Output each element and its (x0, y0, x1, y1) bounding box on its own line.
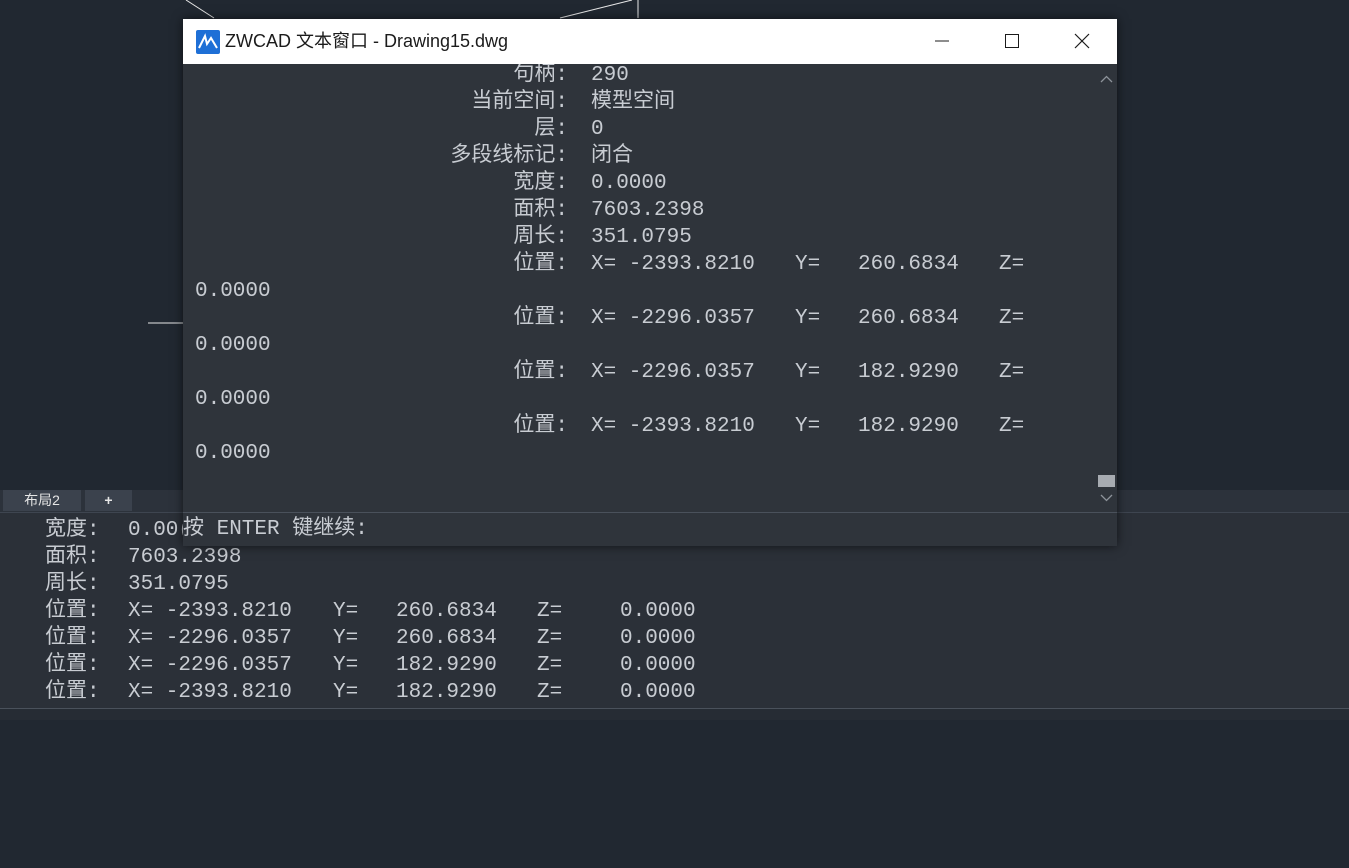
property-perimeter: 周长: 351.0795 (513, 226, 692, 249)
chevron-up-icon[interactable] (1099, 72, 1114, 87)
vertex-position: 位置: X= -2296.0357 Y= 260.6834 Z= (513, 307, 1025, 330)
minimize-button[interactable] (907, 19, 977, 64)
chevron-down-icon[interactable] (1099, 490, 1114, 505)
history-line-position: 位置: X= -2296.0357 Y= 182.9290 Z= 0.0000 (45, 654, 696, 677)
vertical-scrollbar[interactable] (1096, 64, 1117, 512)
maximize-icon (1005, 34, 1019, 48)
property-area: 面积: 7603.2398 (513, 199, 705, 222)
vertex-z-value: 0.0000 (195, 442, 271, 465)
history-line-position: 位置: X= -2393.8210 Y= 260.6834 Z= 0.0000 (45, 600, 696, 623)
text-window: ZWCAD 文本窗口 - Drawing15.dwg 句柄: 290 当前空间: (183, 19, 1117, 546)
history-line-position: 位置: X= -2296.0357 Y= 260.6834 Z= 0.0000 (45, 627, 696, 650)
vertex-position: 位置: X= -2393.8210 Y= 260.6834 Z= (513, 253, 1025, 276)
scrollbar-thumb[interactable] (1098, 475, 1115, 487)
property-layer: 层: 0 (534, 118, 604, 141)
history-line-position: 位置: X= -2393.8210 Y= 182.9290 Z= 0.0000 (45, 681, 696, 704)
history-line-perimeter: 周长: 351.0795 (45, 573, 229, 596)
maximize-button[interactable] (977, 19, 1047, 64)
vertex-z-value: 0.0000 (195, 280, 271, 303)
title-bar[interactable]: ZWCAD 文本窗口 - Drawing15.dwg (183, 19, 1117, 64)
prompt-text: 按 ENTER 键继续: (183, 518, 368, 541)
tab-layout2[interactable]: 布局2 (3, 490, 81, 511)
vertex-z-value: 0.0000 (195, 334, 271, 357)
property-current-space: 当前空间: 模型空间 (471, 91, 675, 114)
command-prompt[interactable]: 按 ENTER 键继续: (183, 513, 1117, 546)
vertex-position: 位置: X= -2296.0357 Y= 182.9290 Z= (513, 361, 1025, 384)
property-polyline-flag: 多段线标记: 闭合 (450, 145, 633, 168)
vertex-position: 位置: X= -2393.8210 Y= 182.9290 Z= (513, 415, 1025, 438)
minimize-icon (935, 40, 949, 42)
add-layout-tab-button[interactable]: + (85, 490, 132, 511)
zwcad-app-icon (196, 30, 220, 54)
window-title: ZWCAD 文本窗口 - Drawing15.dwg (225, 31, 509, 51)
close-button[interactable] (1047, 19, 1117, 64)
property-handle: 句柄: 290 (513, 64, 629, 87)
text-output[interactable]: 句柄: 290 当前空间: 模型空间 层: 0 多段线标记: 闭合 宽度: 0.… (183, 64, 1096, 512)
history-line-width: 宽度: 0.00( (45, 519, 192, 542)
close-icon (1074, 33, 1090, 49)
status-bar-strip (0, 709, 1349, 720)
history-line-area: 面积: 7603.2398 (45, 546, 242, 569)
vertex-z-value: 0.0000 (195, 388, 271, 411)
property-width: 宽度: 0.0000 (513, 172, 667, 195)
